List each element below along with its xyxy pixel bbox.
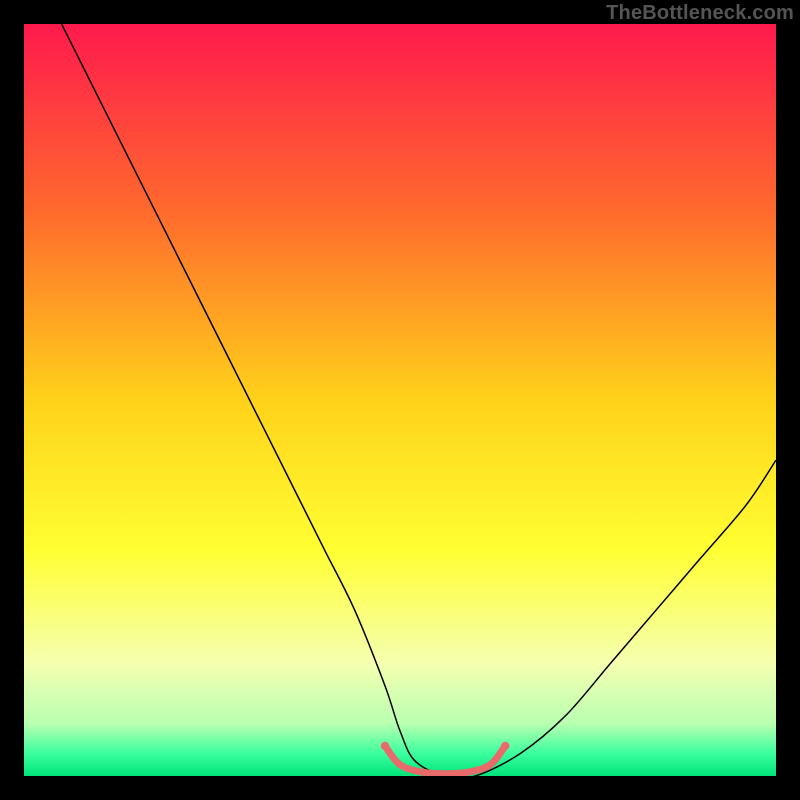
chart-background-gradient — [24, 24, 776, 776]
marker-0 — [381, 742, 389, 750]
chart-plot-area — [24, 24, 776, 776]
chart-svg — [24, 24, 776, 776]
watermark-text: TheBottleneck.com — [606, 2, 794, 25]
chart-frame: TheBottleneck.com — [0, 0, 800, 800]
marker-1 — [501, 742, 509, 750]
